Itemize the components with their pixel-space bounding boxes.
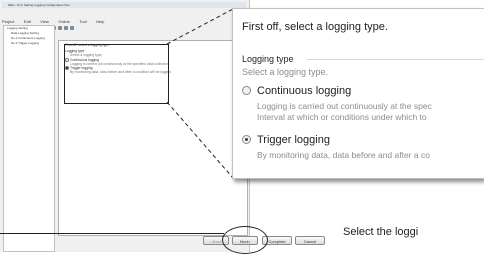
configuration-tool-window: Main - PLC Setting Logging Configuration… [0, 0, 250, 252]
zoom-title: First off, select a logging type. [242, 21, 388, 33]
trigger-logging-radio[interactable] [242, 134, 251, 144]
highlight-box [64, 44, 169, 104]
continuous-logging-option[interactable]: Continuous logging [242, 85, 351, 97]
callout-text: Select the loggi [343, 226, 419, 238]
project-tree: Logging Setting Data Logging Setting No.… [3, 25, 55, 252]
read-icon[interactable] [70, 26, 74, 30]
toolbar [4, 17, 234, 30]
cancel-button[interactable]: Cancel [295, 236, 325, 245]
continuous-logging-desc-2: Interval at which or conditions under wh… [257, 112, 427, 122]
window-title: Main - PLC Setting Logging Configuration… [8, 3, 70, 7]
continuous-logging-desc-1: Logging is carried out continuously at t… [257, 101, 432, 111]
continuous-logging-label: Continuous logging [257, 85, 352, 97]
tree-item-no2[interactable]: No.2 Trigger Logging [4, 41, 54, 46]
zoomed-logging-type-panel: First off, select a logging type. Loggin… [232, 8, 484, 179]
setting-tabs: Logging typeSamplingDataCSV outputSaveFi… [58, 33, 248, 48]
trigger-logging-option[interactable]: Trigger logging [242, 134, 330, 146]
logging-type-group-label: Logging type [242, 54, 294, 64]
trigger-logging-label: Trigger logging [257, 134, 330, 146]
continuous-logging-radio[interactable] [242, 85, 251, 95]
menu-bar: Project Edit View Online Tool Help [2, 10, 246, 24]
write-icon[interactable] [64, 26, 68, 30]
trigger-logging-desc: By monitoring data, data before and afte… [257, 150, 430, 160]
group-divider [307, 59, 484, 60]
next-button-highlight-ellipse [222, 226, 268, 254]
connect-icon[interactable] [58, 26, 62, 30]
logging-type-hint: Select a logging type. [242, 67, 329, 77]
window-title-bar: Main - PLC Setting Logging Configuration… [2, 2, 246, 8]
callout-leader-line [0, 233, 224, 234]
